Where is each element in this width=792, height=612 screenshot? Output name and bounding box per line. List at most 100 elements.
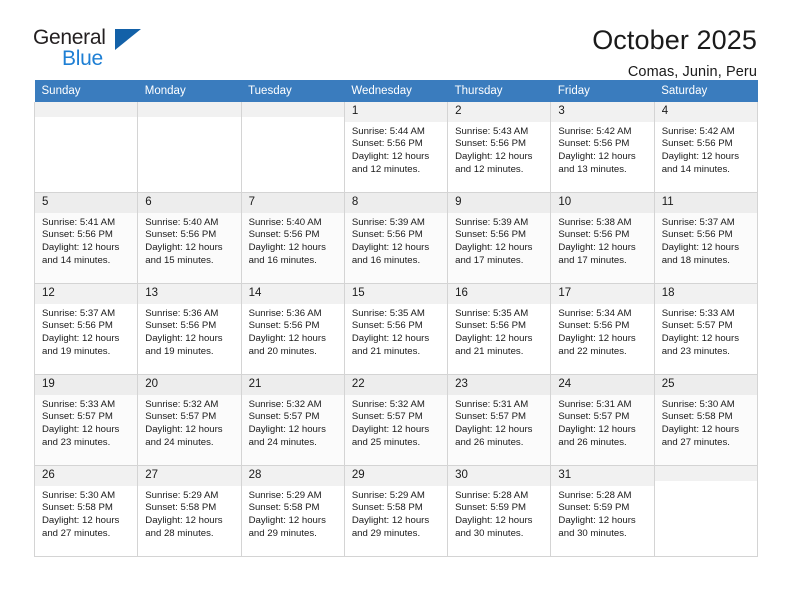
calendar-day-cell[interactable]: 28 Sunrise: 5:29 AM Sunset: 5:58 PM Dayligh… bbox=[241, 465, 345, 557]
calendar-day-cell[interactable]: 26 Sunrise: 5:30 AM Sunset: 5:58 PM Dayligh… bbox=[33, 465, 139, 557]
daylight-text: Daylight: 12 hours and 14 minutes. bbox=[661, 150, 740, 175]
day-cell-inner: 13 Sunrise: 5:36 AM Sunset: 5:56 PM Dayligh… bbox=[138, 284, 241, 374]
calendar-day-cell[interactable]: 10 Sunrise: 5:38 AM Sunset: 5:56 PM Dayligh… bbox=[550, 192, 655, 284]
sunset-text: Sunset: 5:57 PM bbox=[661, 320, 733, 332]
daylight-text: Daylight: 12 hours and 16 minutes. bbox=[351, 241, 430, 266]
calendar-day-cell[interactable]: 20 Sunrise: 5:32 AM Sunset: 5:57 PM Dayligh… bbox=[137, 374, 242, 466]
sun-info: Sunrise: 5:37 AM Sunset: 5:56 PM Daylight:… bbox=[655, 213, 757, 267]
day-cell-inner: 18 Sunrise: 5:33 AM Sunset: 5:57 PM Dayligh… bbox=[654, 284, 757, 374]
calendar-day-cell[interactable]: 11 Sunrise: 5:37 AM Sunset: 5:56 PM Dayligh… bbox=[654, 192, 759, 284]
calendar-day-cell[interactable]: 30 Sunrise: 5:28 AM Sunset: 5:59 PM Dayligh… bbox=[447, 465, 552, 557]
calendar-day-cell[interactable]: 19 Sunrise: 5:33 AM Sunset: 5:57 PM Dayligh… bbox=[33, 374, 139, 466]
calendar-day-cell[interactable]: 16 Sunrise: 5:35 AM Sunset: 5:56 PM Dayligh… bbox=[447, 283, 552, 375]
daylight-text: Daylight: 12 hours and 27 minutes. bbox=[42, 514, 120, 539]
sunset-text: Sunset: 5:59 PM bbox=[558, 502, 630, 514]
day-cell-inner: 15 Sunrise: 5:35 AM Sunset: 5:56 PM Dayligh… bbox=[344, 284, 448, 374]
sun-info: Sunrise: 5:39 AM Sunset: 5:56 PM Daylight:… bbox=[345, 213, 447, 267]
day-cell-inner: 16 Sunrise: 5:35 AM Sunset: 5:56 PM Dayligh… bbox=[448, 284, 551, 374]
sunset-text: Sunset: 5:56 PM bbox=[351, 320, 423, 332]
sun-info: Sunrise: 5:36 AM Sunset: 5:56 PM Daylight:… bbox=[138, 304, 240, 358]
weekday-header-friday: Friday bbox=[550, 80, 655, 102]
sun-info: Sunrise: 5:33 AM Sunset: 5:57 PM Daylight:… bbox=[655, 304, 757, 358]
calendar-day-cell[interactable]: 25 Sunrise: 5:30 AM Sunset: 5:58 PM Dayligh… bbox=[654, 374, 759, 466]
calendar-day-cell[interactable]: 7 Sunrise: 5:40 AM Sunset: 5:56 PM Daylight… bbox=[241, 192, 345, 284]
calendar-day-cell[interactable]: 12 Sunrise: 5:37 AM Sunset: 5:56 PM Dayligh… bbox=[33, 283, 139, 375]
daylight-text: Daylight: 12 hours and 21 minutes. bbox=[351, 332, 430, 357]
day-cell-inner: 1 Sunrise: 5:44 AM Sunset: 5:56 PM Daylight… bbox=[344, 102, 448, 192]
general-blue-logo[interactable]: General Blue bbox=[33, 26, 153, 78]
sunrise-text: Sunrise: 5:40 AM bbox=[145, 216, 219, 228]
daylight-text: Daylight: 12 hours and 24 minutes. bbox=[145, 423, 223, 448]
calendar-day-cell[interactable]: 8 Sunrise: 5:39 AM Sunset: 5:56 PM Daylight… bbox=[344, 192, 449, 284]
day-cell-inner: 8 Sunrise: 5:39 AM Sunset: 5:56 PM Daylight… bbox=[344, 193, 448, 283]
calendar-day-cell[interactable]: 5 Sunrise: 5:41 AM Sunset: 5:56 PM Daylight… bbox=[33, 192, 139, 284]
calendar-day-cell[interactable]: 29 Sunrise: 5:29 AM Sunset: 5:58 PM Dayligh… bbox=[344, 465, 449, 557]
logo-text-blue: Blue bbox=[62, 47, 103, 70]
sunset-text: Sunset: 5:56 PM bbox=[42, 320, 113, 332]
calendar-week-row: 5 Sunrise: 5:41 AM Sunset: 5:56 PM Daylight… bbox=[33, 192, 759, 284]
sun-info: Sunrise: 5:33 AM Sunset: 5:57 PM Daylight:… bbox=[35, 395, 137, 449]
sunset-text: Sunset: 5:56 PM bbox=[145, 229, 217, 241]
sunset-text: Sunset: 5:58 PM bbox=[351, 502, 423, 514]
sunrise-text: Sunrise: 5:44 AM bbox=[351, 125, 425, 137]
calendar-day-cell[interactable]: 24 Sunrise: 5:31 AM Sunset: 5:57 PM Dayligh… bbox=[550, 374, 655, 466]
daylight-text: Daylight: 12 hours and 22 minutes. bbox=[558, 332, 636, 357]
daylight-text: Daylight: 12 hours and 18 minutes. bbox=[661, 241, 740, 266]
weekday-header-row: Sunday Monday Tuesday Wednesday Thursday… bbox=[34, 80, 758, 102]
sunset-text: Sunset: 5:56 PM bbox=[455, 229, 527, 241]
calendar-day-cell[interactable]: 23 Sunrise: 5:31 AM Sunset: 5:57 PM Dayligh… bbox=[447, 374, 552, 466]
calendar-day-cell[interactable]: 9 Sunrise: 5:39 AM Sunset: 5:56 PM Daylight… bbox=[447, 192, 552, 284]
calendar-day-cell[interactable]: 27 Sunrise: 5:29 AM Sunset: 5:58 PM Dayligh… bbox=[137, 465, 242, 557]
sunset-text: Sunset: 5:56 PM bbox=[351, 138, 423, 150]
sunrise-text: Sunrise: 5:35 AM bbox=[455, 307, 529, 319]
sunset-text: Sunset: 5:56 PM bbox=[351, 229, 423, 241]
sun-info: Sunrise: 5:29 AM Sunset: 5:58 PM Daylight:… bbox=[242, 486, 344, 540]
sun-info: Sunrise: 5:32 AM Sunset: 5:57 PM Daylight:… bbox=[138, 395, 240, 449]
calendar-day-cell[interactable]: 31 Sunrise: 5:28 AM Sunset: 5:59 PM Dayligh… bbox=[550, 465, 655, 557]
day-number: 28 bbox=[241, 466, 344, 486]
day-cell-inner: 26 Sunrise: 5:30 AM Sunset: 5:58 PM Dayligh… bbox=[35, 466, 138, 556]
calendar-day-cell[interactable]: 22 Sunrise: 5:32 AM Sunset: 5:57 PM Dayligh… bbox=[344, 374, 449, 466]
sunset-text: Sunset: 5:58 PM bbox=[42, 502, 113, 514]
sunset-text: Sunset: 5:58 PM bbox=[248, 502, 320, 514]
calendar-day-cell[interactable]: 15 Sunrise: 5:35 AM Sunset: 5:56 PM Dayligh… bbox=[344, 283, 449, 375]
calendar-day-cell[interactable]: 1 Sunrise: 5:44 AM Sunset: 5:56 PM Daylight… bbox=[344, 102, 449, 193]
sunset-text: Sunset: 5:56 PM bbox=[558, 320, 630, 332]
sun-info: Sunrise: 5:40 AM Sunset: 5:56 PM Daylight:… bbox=[242, 213, 344, 267]
sun-info: Sunrise: 5:32 AM Sunset: 5:57 PM Daylight:… bbox=[345, 395, 447, 449]
calendar-week-row: 19 Sunrise: 5:33 AM Sunset: 5:57 PM Dayligh… bbox=[33, 374, 759, 466]
day-cell-inner bbox=[35, 102, 138, 192]
day-cell-inner: 29 Sunrise: 5:29 AM Sunset: 5:58 PM Dayligh… bbox=[344, 466, 448, 556]
daylight-text: Daylight: 12 hours and 14 minutes. bbox=[42, 241, 120, 266]
calendar-day-cell[interactable]: 6 Sunrise: 5:40 AM Sunset: 5:56 PM Daylight… bbox=[137, 192, 242, 284]
daylight-text: Daylight: 12 hours and 12 minutes. bbox=[351, 150, 430, 175]
sunset-text: Sunset: 5:56 PM bbox=[661, 229, 733, 241]
sunrise-text: Sunrise: 5:29 AM bbox=[145, 489, 219, 501]
sunset-text: Sunset: 5:56 PM bbox=[455, 138, 527, 150]
calendar-day-cell-empty bbox=[654, 465, 759, 557]
sun-info: Sunrise: 5:31 AM Sunset: 5:57 PM Daylight:… bbox=[448, 395, 550, 449]
sunset-text: Sunset: 5:56 PM bbox=[558, 138, 630, 150]
sun-info: Sunrise: 5:35 AM Sunset: 5:56 PM Daylight:… bbox=[448, 304, 550, 358]
calendar-day-cell-empty bbox=[241, 102, 345, 193]
sunrise-text: Sunrise: 5:36 AM bbox=[248, 307, 322, 319]
calendar-day-cell[interactable]: 13 Sunrise: 5:36 AM Sunset: 5:56 PM Dayligh… bbox=[137, 283, 242, 375]
daylight-text: Daylight: 12 hours and 25 minutes. bbox=[351, 423, 430, 448]
calendar-day-cell[interactable]: 4 Sunrise: 5:42 AM Sunset: 5:56 PM Daylight… bbox=[654, 102, 759, 193]
calendar-day-cell[interactable]: 21 Sunrise: 5:32 AM Sunset: 5:57 PM Dayligh… bbox=[241, 374, 345, 466]
calendar-day-cell[interactable]: 17 Sunrise: 5:34 AM Sunset: 5:56 PM Dayligh… bbox=[550, 283, 655, 375]
day-number: 26 bbox=[35, 466, 138, 486]
logo-triangle-icon bbox=[115, 29, 141, 50]
sun-info: Sunrise: 5:42 AM Sunset: 5:56 PM Daylight:… bbox=[655, 122, 757, 176]
calendar-day-cell[interactable]: 2 Sunrise: 5:43 AM Sunset: 5:56 PM Daylight… bbox=[447, 102, 552, 193]
daylight-text: Daylight: 12 hours and 29 minutes. bbox=[351, 514, 430, 539]
calendar-day-cell[interactable]: 18 Sunrise: 5:33 AM Sunset: 5:57 PM Dayligh… bbox=[654, 283, 759, 375]
day-number bbox=[138, 102, 241, 117]
sunrise-text: Sunrise: 5:43 AM bbox=[455, 125, 529, 137]
sunrise-text: Sunrise: 5:41 AM bbox=[42, 216, 116, 228]
calendar-day-cell[interactable]: 14 Sunrise: 5:36 AM Sunset: 5:56 PM Dayligh… bbox=[241, 283, 345, 375]
day-cell-inner: 11 Sunrise: 5:37 AM Sunset: 5:56 PM Dayligh… bbox=[654, 193, 757, 283]
calendar-day-cell[interactable]: 3 Sunrise: 5:42 AM Sunset: 5:56 PM Daylight… bbox=[550, 102, 655, 193]
weekday-header-sunday: Sunday bbox=[34, 80, 138, 102]
day-number: 18 bbox=[654, 284, 757, 304]
